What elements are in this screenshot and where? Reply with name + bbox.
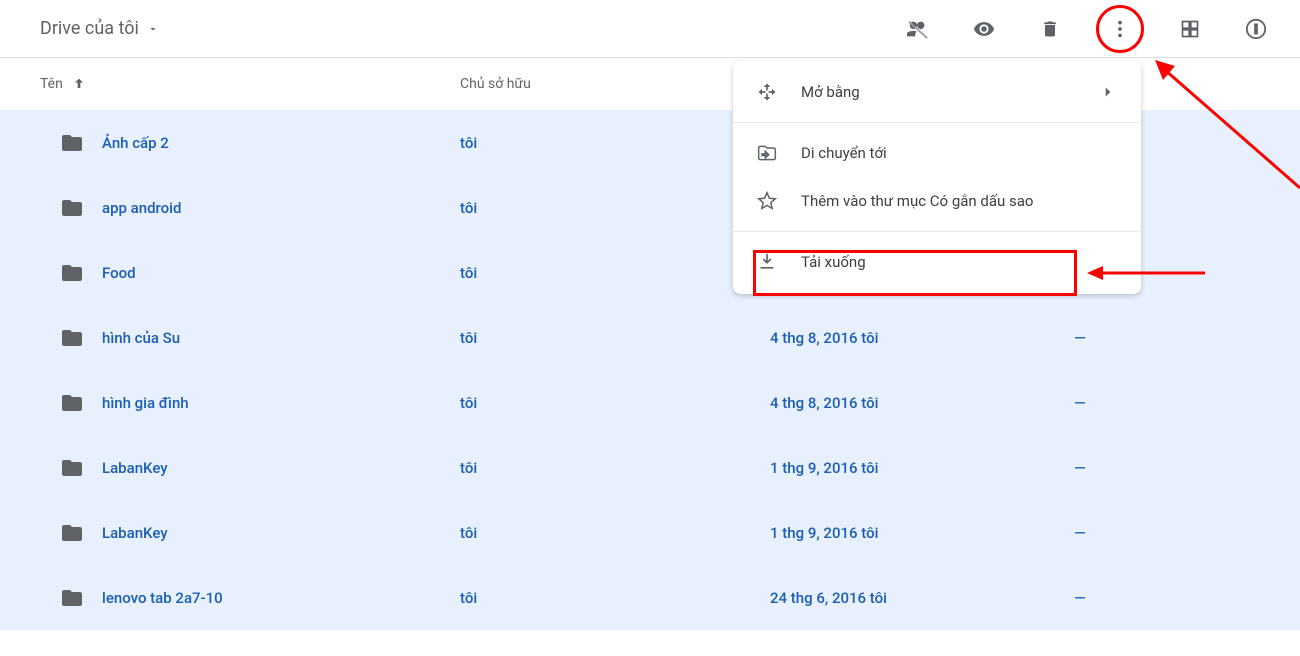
file-owner: tôi: [460, 524, 770, 542]
table-row[interactable]: lenovo tab 2a7-10 tôi 24 thg 6, 2016 tôi…: [0, 565, 1300, 630]
file-owner: tôi: [460, 199, 770, 217]
menu-download[interactable]: Tải xuống: [733, 238, 1141, 286]
file-name: lenovo tab 2a7-10: [102, 589, 223, 607]
file-size: —: [1030, 459, 1130, 477]
more-options-highlight: [1096, 5, 1144, 53]
folder-icon: [60, 391, 84, 415]
folder-icon: [60, 586, 84, 610]
menu-label: Thêm vào thư mục Có gắn dấu sao: [801, 192, 1034, 210]
file-modified: 24 thg 6, 2016 tôi: [770, 589, 1030, 607]
file-owner: tôi: [460, 264, 770, 282]
folder-icon: [60, 456, 84, 480]
table-row[interactable]: LabanKey tôi 1 thg 9, 2016 tôi —: [0, 435, 1300, 500]
breadcrumb-title: Drive của tôi: [40, 18, 139, 39]
table-row[interactable]: hình gia đình tôi 4 thg 8, 2016 tôi —: [0, 370, 1300, 435]
menu-add-star[interactable]: Thêm vào thư mục Có gắn dấu sao: [733, 177, 1141, 225]
table-row[interactable]: hình của Su tôi 4 thg 8, 2016 tôi —: [0, 305, 1300, 370]
open-with-icon: [757, 82, 777, 102]
file-owner: tôi: [460, 589, 770, 607]
star-icon: [757, 191, 777, 211]
info-icon[interactable]: [1236, 9, 1276, 49]
file-size: —: [1030, 524, 1130, 542]
file-name: hình của Su: [102, 329, 180, 347]
move-to-icon: [757, 143, 777, 163]
context-menu: Mở bằng Di chuyển tới Thêm vào thư mục C…: [733, 60, 1141, 294]
view-grid-icon[interactable]: [1170, 9, 1210, 49]
toolbar-actions: [898, 5, 1276, 53]
breadcrumb[interactable]: Drive của tôi: [40, 18, 159, 39]
file-size: —: [1030, 589, 1130, 607]
menu-label: Tải xuống: [801, 253, 866, 271]
file-owner: tôi: [460, 134, 770, 152]
file-owner: tôi: [460, 459, 770, 477]
folder-icon: [60, 131, 84, 155]
folder-icon: [60, 326, 84, 350]
menu-divider: [733, 122, 1141, 123]
menu-move-to[interactable]: Di chuyển tới: [733, 129, 1141, 177]
file-owner: tôi: [460, 394, 770, 412]
folder-icon: [60, 521, 84, 545]
chevron-right-icon: [1099, 83, 1117, 101]
preview-icon[interactable]: [964, 9, 1004, 49]
folder-icon: [60, 196, 84, 220]
file-name: Ảnh cấp 2: [102, 134, 169, 152]
file-name: LabanKey: [102, 459, 168, 477]
file-modified: 4 thg 8, 2016 tôi: [770, 329, 1030, 347]
delete-icon[interactable]: [1030, 9, 1070, 49]
file-name: LabanKey: [102, 524, 168, 542]
file-name: hình gia đình: [102, 394, 189, 412]
more-vert-icon: [1109, 18, 1131, 40]
sort-arrow-icon: [71, 76, 87, 92]
download-icon: [757, 252, 777, 272]
folder-icon: [60, 261, 84, 285]
file-size: —: [1030, 394, 1130, 412]
menu-label: Di chuyển tới: [801, 144, 887, 162]
header-name[interactable]: Tên: [0, 76, 460, 92]
file-modified: 1 thg 9, 2016 tôi: [770, 459, 1030, 477]
header-owner[interactable]: Chủ sở hữu: [460, 76, 770, 92]
file-name: Food: [102, 264, 136, 282]
menu-divider: [733, 231, 1141, 232]
menu-open-with[interactable]: Mở bằng: [733, 68, 1141, 116]
file-name: app android: [102, 199, 181, 217]
share-disabled-icon[interactable]: [898, 9, 938, 49]
file-size: —: [1030, 329, 1130, 347]
more-options-button[interactable]: [1109, 18, 1131, 40]
file-modified: 4 thg 8, 2016 tôi: [770, 394, 1030, 412]
chevron-down-icon: [147, 23, 159, 35]
toolbar: Drive của tôi: [0, 0, 1300, 58]
table-row[interactable]: LabanKey tôi 1 thg 9, 2016 tôi —: [0, 500, 1300, 565]
file-modified: 1 thg 9, 2016 tôi: [770, 524, 1030, 542]
file-owner: tôi: [460, 329, 770, 347]
menu-label: Mở bằng: [801, 83, 860, 101]
